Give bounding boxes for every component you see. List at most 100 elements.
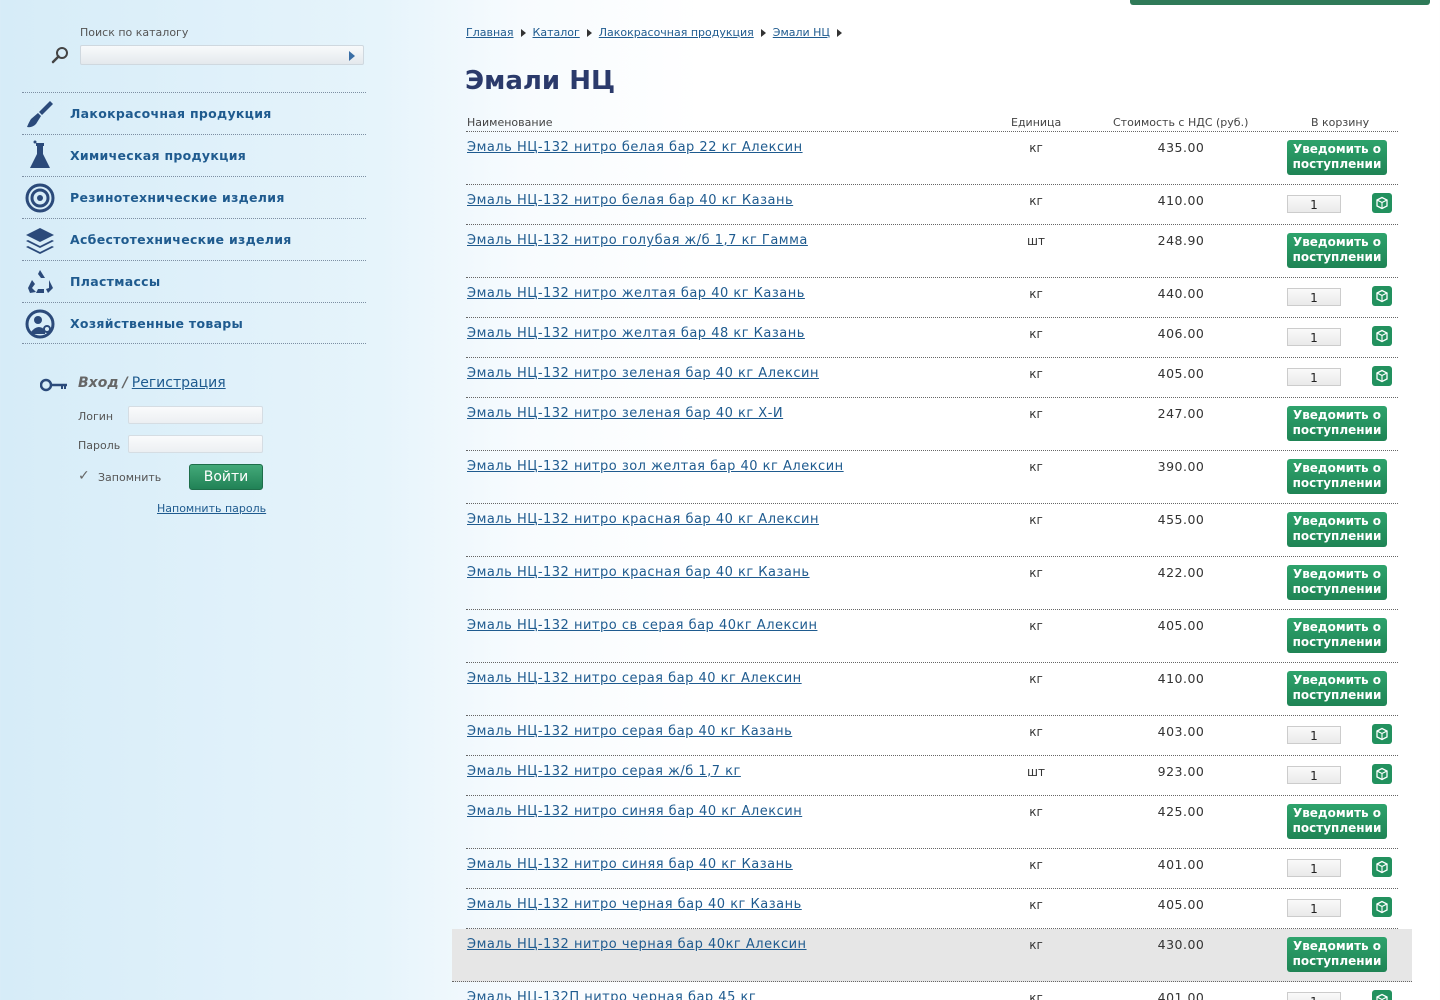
quantity-input[interactable]: 1	[1287, 195, 1341, 213]
product-price: 406.00	[1157, 326, 1205, 341]
table-row: Эмаль НЦ-132 нитро желтая бар 48 кг Каза…	[466, 318, 1398, 358]
rubber-ring-icon	[25, 183, 55, 213]
paintbrush-icon	[27, 101, 53, 128]
product-unit: кг	[1029, 991, 1043, 1000]
product-link[interactable]: Эмаль НЦ-132 нитро голубая ж/б 1,7 кг Га…	[467, 233, 808, 248]
login-heading: Вход	[78, 375, 119, 391]
login-separator: /	[122, 375, 128, 391]
product-price: 401.00	[1157, 857, 1205, 872]
product-unit: кг	[1029, 898, 1043, 912]
sidebar-item-label: Асбестотехнические изделия	[70, 232, 292, 247]
table-row: Эмаль НЦ-132П нитро черная бар 45 кг кг 40…	[466, 982, 1398, 1000]
key-icon	[40, 378, 67, 392]
search-submit-arrow-icon[interactable]	[349, 51, 355, 61]
cart-box-icon	[1376, 196, 1388, 210]
quantity-input[interactable]: 1	[1287, 328, 1341, 346]
product-link[interactable]: Эмаль НЦ-132 нитро красная бар 40 кг Каз…	[467, 565, 810, 580]
sidebar-item-asbestos[interactable]: Асбестотехнические изделия	[22, 218, 366, 260]
notify-button[interactable]: Уведомить о поступлении	[1287, 406, 1387, 441]
quantity-input[interactable]: 1	[1287, 766, 1341, 784]
notify-button[interactable]: Уведомить о поступлении	[1287, 140, 1387, 175]
breadcrumb-current[interactable]: Эмали НЦ	[773, 26, 830, 39]
notify-button[interactable]: Уведомить о поступлении	[1287, 618, 1387, 653]
quantity-input[interactable]: 1	[1287, 726, 1341, 744]
product-link[interactable]: Эмаль НЦ-132 нитро желтая бар 40 кг Каза…	[467, 286, 805, 301]
product-link[interactable]: Эмаль НЦ-132 нитро синяя бар 40 кг Алекс…	[467, 804, 802, 819]
notify-button[interactable]: Уведомить о поступлении	[1287, 233, 1387, 268]
login-button[interactable]: Войти	[189, 464, 263, 490]
sidebar-item-label: Лакокрасочная продукция	[70, 106, 272, 121]
add-to-cart-button[interactable]	[1372, 764, 1392, 784]
product-link[interactable]: Эмаль НЦ-132 нитро зеленая бар 40 кг Але…	[467, 366, 819, 381]
password-field[interactable]	[128, 435, 263, 453]
quantity-input[interactable]: 1	[1287, 859, 1341, 877]
notify-button[interactable]: Уведомить о поступлении	[1287, 565, 1387, 600]
product-link[interactable]: Эмаль НЦ-132 нитро белая бар 40 кг Казан…	[467, 193, 793, 208]
product-unit: кг	[1029, 672, 1043, 686]
product-price: 403.00	[1157, 724, 1205, 739]
sidebar-item-plastics[interactable]: Пластмассы	[22, 260, 366, 302]
notify-button[interactable]: Уведомить о поступлении	[1287, 459, 1387, 494]
product-link[interactable]: Эмаль НЦ-132 нитро белая бар 22 кг Алекс…	[467, 140, 803, 155]
add-to-cart-button[interactable]	[1372, 286, 1392, 306]
layers-icon	[26, 228, 54, 254]
product-price: 247.00	[1157, 406, 1205, 421]
product-unit: кг	[1029, 805, 1043, 819]
add-to-cart-button[interactable]	[1372, 326, 1392, 346]
product-unit: шт	[1027, 765, 1045, 779]
notify-button[interactable]: Уведомить о поступлении	[1287, 804, 1387, 839]
sidebar-item-paint[interactable]: Лакокрасочная продукция	[22, 92, 366, 134]
sidebar-item-label: Хозяйственные товары	[70, 316, 244, 331]
cart-box-icon	[1376, 329, 1388, 343]
sidebar-item-household[interactable]: Хозяйственные товары	[22, 302, 366, 344]
column-header-price: Стоимость с НДС (руб.)	[1113, 116, 1249, 129]
notify-button[interactable]: Уведомить о поступлении	[1287, 671, 1387, 706]
quantity-input[interactable]: 1	[1287, 899, 1341, 917]
product-link[interactable]: Эмаль НЦ-132П нитро черная бар 45 кг	[467, 990, 756, 1000]
product-unit: кг	[1029, 725, 1043, 739]
search-input[interactable]	[80, 45, 364, 65]
product-unit: кг	[1029, 858, 1043, 872]
product-link[interactable]: Эмаль НЦ-132 нитро серая бар 40 кг Алекс…	[467, 671, 802, 686]
cart-box-icon	[1376, 767, 1388, 781]
product-link[interactable]: Эмаль НЦ-132 нитро св серая бар 40кг Але…	[467, 618, 817, 633]
table-row: Эмаль НЦ-132 нитро белая бар 40 кг Казан…	[466, 185, 1398, 225]
product-link[interactable]: Эмаль НЦ-132 нитро синяя бар 40 кг Казан…	[467, 857, 793, 872]
quantity-input[interactable]: 1	[1287, 992, 1341, 1000]
add-to-cart-button[interactable]	[1372, 990, 1392, 1000]
sidebar-item-rubber[interactable]: Резинотехнические изделия	[22, 176, 366, 218]
table-row: Эмаль НЦ-132 нитро св серая бар 40кг Але…	[466, 610, 1398, 663]
product-link[interactable]: Эмаль НЦ-132 нитро серая ж/б 1,7 кг	[467, 764, 741, 779]
product-price: 401.00	[1157, 990, 1205, 1000]
quantity-input[interactable]: 1	[1287, 368, 1341, 386]
add-to-cart-button[interactable]	[1372, 193, 1392, 213]
sidebar-item-chemical[interactable]: Химическая продукция	[22, 134, 366, 176]
login-field[interactable]	[128, 406, 263, 424]
breadcrumb-catalog[interactable]: Каталог	[533, 26, 580, 39]
forgot-password-link[interactable]: Напомнить пароль	[157, 502, 266, 515]
product-unit: кг	[1029, 367, 1043, 381]
product-link[interactable]: Эмаль НЦ-132 нитро желтая бар 48 кг Каза…	[467, 326, 805, 341]
product-link[interactable]: Эмаль НЦ-132 нитро черная бар 40 кг Каза…	[467, 897, 802, 912]
product-unit: шт	[1027, 234, 1045, 248]
product-link[interactable]: Эмаль НЦ-132 нитро красная бар 40 кг Але…	[467, 512, 819, 527]
add-to-cart-button[interactable]	[1372, 857, 1392, 877]
notify-button[interactable]: Уведомить о поступлении	[1287, 937, 1387, 972]
product-link[interactable]: Эмаль НЦ-132 нитро зеленая бар 40 кг Х-И	[467, 406, 783, 421]
add-to-cart-button[interactable]	[1372, 366, 1392, 386]
notify-button[interactable]: Уведомить о поступлении	[1287, 512, 1387, 547]
product-link[interactable]: Эмаль НЦ-132 нитро черная бар 40кг Алекс…	[467, 937, 807, 952]
product-link[interactable]: Эмаль НЦ-132 нитро зол желтая бар 40 кг …	[467, 459, 844, 474]
remember-checkbox[interactable]: ✓	[78, 469, 92, 483]
quantity-input[interactable]: 1	[1287, 288, 1341, 306]
breadcrumb-paint[interactable]: Лакокрасочная продукция	[599, 26, 754, 39]
product-unit: кг	[1029, 460, 1043, 474]
product-unit: кг	[1029, 938, 1043, 952]
table-row: Эмаль НЦ-132 нитро серая бар 40 кг Алекс…	[466, 663, 1398, 716]
register-link[interactable]: Регистрация	[132, 375, 226, 391]
product-link[interactable]: Эмаль НЦ-132 нитро серая бар 40 кг Казан…	[467, 724, 792, 739]
add-to-cart-button[interactable]	[1372, 724, 1392, 744]
breadcrumb-home[interactable]: Главная	[466, 26, 514, 39]
page-title: Эмали НЦ	[465, 66, 616, 96]
add-to-cart-button[interactable]	[1372, 897, 1392, 917]
